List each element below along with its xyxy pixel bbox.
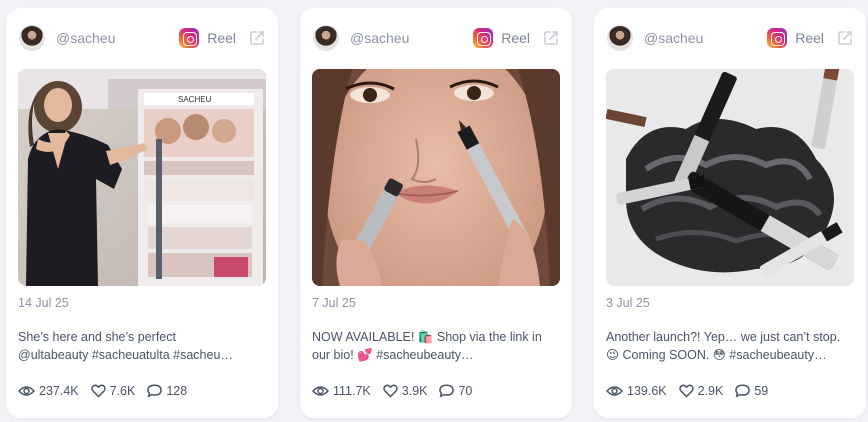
post-type-label: Reel	[207, 30, 236, 46]
card-header: @sacheu Reel	[604, 23, 856, 53]
post-date: 3 Jul 25	[606, 296, 650, 310]
heart-icon	[90, 384, 106, 398]
account-handle[interactable]: @sacheu	[350, 30, 409, 46]
caption-line: NOW AVAILABLE! 🛍️ Shop via the link in	[312, 330, 542, 344]
comment-icon	[735, 384, 751, 398]
views-count: 111.7K	[333, 384, 371, 398]
eye-icon	[606, 386, 623, 396]
likes-count: 7.6K	[109, 384, 136, 398]
post-date: 14 Jul 25	[18, 296, 69, 310]
external-link-icon[interactable]	[542, 29, 560, 47]
comments-count: 59	[754, 384, 769, 398]
post-caption: NOW AVAILABLE! 🛍️ Shop via the link in o…	[312, 328, 560, 364]
caption-line: 😉 Coming SOON. 😳 #sacheubeauty…	[606, 348, 827, 362]
avatar[interactable]	[607, 25, 633, 51]
post-date: 7 Jul 25	[312, 296, 356, 310]
card-header: @sacheu Reel	[310, 23, 562, 53]
comment-icon	[439, 384, 455, 398]
face-closeup-image	[312, 69, 560, 286]
avatar[interactable]	[19, 25, 45, 51]
post-caption: She’s here and she’s perfect @ultabeauty…	[18, 328, 266, 364]
account-handle[interactable]: @sacheu	[56, 30, 115, 46]
views-count: 237.4K	[39, 384, 79, 398]
caption-line: @ultabeauty #sacheuatulta #sacheu…	[18, 348, 233, 362]
eye-icon	[18, 386, 35, 396]
likes-stat: 2.9K	[678, 384, 724, 398]
post-thumbnail[interactable]	[606, 69, 854, 286]
external-link-icon[interactable]	[836, 29, 854, 47]
svg-text:SACHEU: SACHEU	[178, 95, 212, 104]
product-still-image	[606, 69, 854, 286]
post-thumbnail[interactable]: SACHEU	[18, 69, 266, 286]
views-stat: 237.4K	[18, 384, 79, 398]
store-display-image: SACHEU	[18, 69, 266, 286]
external-link-icon[interactable]	[248, 29, 266, 47]
views-count: 139.6K	[627, 384, 667, 398]
comments-stat: 128	[147, 384, 187, 398]
comments-count: 70	[458, 384, 473, 398]
card-header: @sacheu Reel	[16, 23, 268, 53]
likes-stat: 7.6K	[90, 384, 136, 398]
comments-stat: 59	[735, 384, 768, 398]
post-type-label: Reel	[501, 30, 530, 46]
account-handle[interactable]: @sacheu	[644, 30, 703, 46]
likes-count: 3.9K	[401, 384, 428, 398]
views-stat: 111.7K	[312, 384, 371, 398]
post-thumbnail[interactable]	[312, 69, 560, 286]
post-stats: 237.4K 7.6K 128	[18, 384, 199, 398]
comment-icon	[147, 384, 163, 398]
caption-line: Another launch?! Yep… we just can’t stop…	[606, 330, 841, 344]
heart-icon	[678, 384, 694, 398]
post-type-label: Reel	[795, 30, 824, 46]
comments-stat: 70	[439, 384, 472, 398]
post-card[interactable]: @sacheu Reel SACHEU 14 Jul 25 She’s here…	[6, 8, 278, 418]
post-stats: 139.6K 2.9K 59	[606, 384, 780, 398]
caption-line: our bio! 💕 #sacheubeauty…	[312, 348, 474, 362]
post-stats: 111.7K 3.9K 70	[312, 384, 484, 398]
post-caption: Another launch?! Yep… we just can’t stop…	[606, 328, 854, 364]
comments-count: 128	[166, 384, 188, 398]
likes-stat: 3.9K	[383, 384, 428, 398]
likes-count: 2.9K	[697, 384, 724, 398]
instagram-icon	[767, 28, 788, 48]
post-card[interactable]: @sacheu Reel	[594, 8, 866, 418]
caption-line: She’s here and she’s perfect	[18, 330, 176, 344]
views-stat: 139.6K	[606, 384, 667, 398]
instagram-icon	[473, 28, 494, 48]
avatar[interactable]	[313, 25, 339, 51]
post-card[interactable]: @sacheu Reel	[300, 8, 572, 418]
heart-icon	[383, 384, 398, 398]
eye-icon	[312, 386, 329, 396]
instagram-icon	[179, 28, 200, 48]
